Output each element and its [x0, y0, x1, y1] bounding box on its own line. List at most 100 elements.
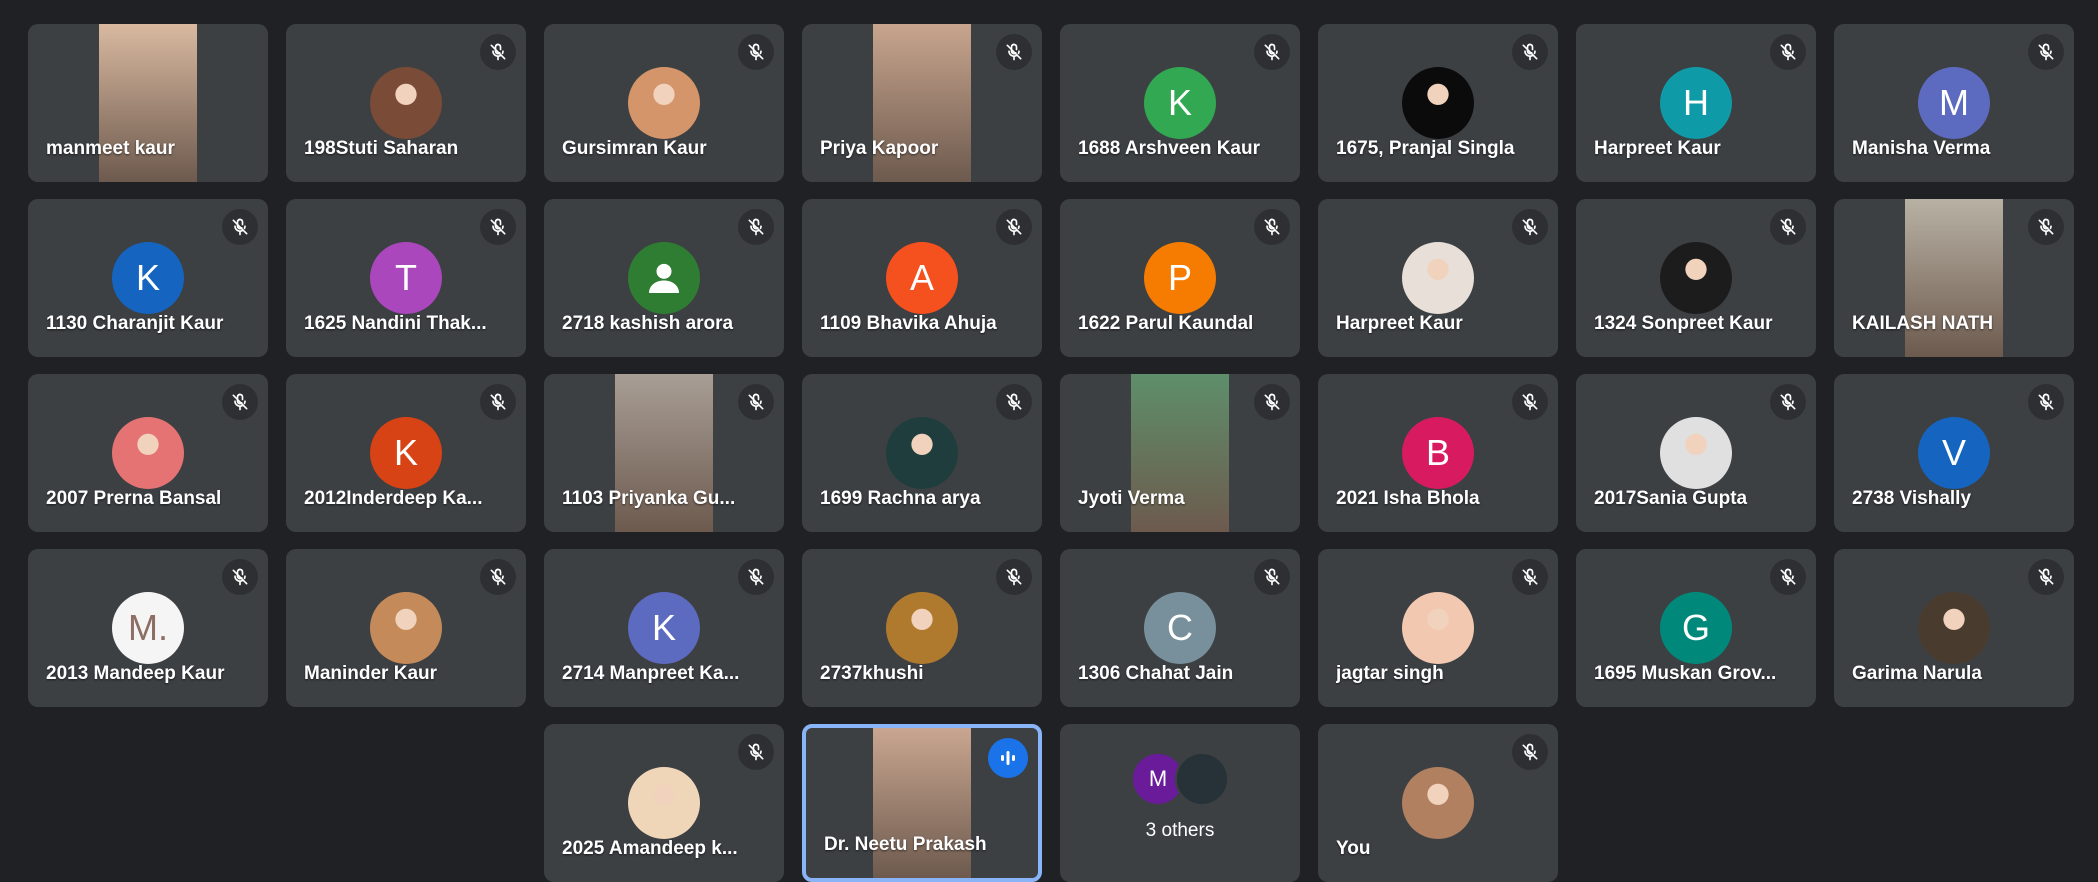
- mic-off-icon: [996, 559, 1032, 595]
- participant-name: Harpreet Kaur: [1594, 138, 1721, 159]
- mic-off-icon: [738, 34, 774, 70]
- participant-tile[interactable]: V 2738 Vishally: [1834, 374, 2074, 532]
- participant-tile[interactable]: 1324 Sonpreet Kaur: [1576, 199, 1816, 357]
- participant-tile[interactable]: 2718 kashish arora: [544, 199, 784, 357]
- participant-tile[interactable]: You: [1318, 724, 1558, 882]
- participant-name: 1622 Parul Kaundal: [1078, 313, 1254, 334]
- mic-off-icon: [480, 34, 516, 70]
- participant-tile[interactable]: A 1109 Bhavika Ahuja: [802, 199, 1042, 357]
- avatar: G: [1660, 592, 1732, 664]
- participant-tile[interactable]: Dr. Neetu Prakash: [802, 724, 1042, 882]
- avatar: C: [1144, 592, 1216, 664]
- participant-name: 2737khushi: [820, 663, 924, 684]
- mic-off-icon: [1512, 209, 1548, 245]
- mic-off-icon: [738, 209, 774, 245]
- participant-tile[interactable]: 1699 Rachna arya: [802, 374, 1042, 532]
- others-avatars: M: [1060, 752, 1300, 806]
- mic-off-icon: [996, 209, 1032, 245]
- participant-tile[interactable]: KAILASH NATH: [1834, 199, 2074, 357]
- participant-tile[interactable]: M. 2013 Mandeep Kaur: [28, 549, 268, 707]
- mic-off-icon: [1254, 384, 1290, 420]
- avatar: T: [370, 242, 442, 314]
- participant-tile[interactable]: Gursimran Kaur: [544, 24, 784, 182]
- participant-name: 1306 Chahat Jain: [1078, 663, 1234, 684]
- avatar: V: [1918, 417, 1990, 489]
- participant-tile[interactable]: K 2012Inderdeep Ka...: [286, 374, 526, 532]
- participant-tile[interactable]: 2737khushi: [802, 549, 1042, 707]
- participant-tile[interactable]: M Manisha Verma: [1834, 24, 2074, 182]
- participant-name: 2013 Mandeep Kaur: [46, 663, 225, 684]
- avatar: [370, 67, 442, 139]
- mic-off-icon: [222, 384, 258, 420]
- mic-off-icon: [1254, 34, 1290, 70]
- participant-tile[interactable]: 1103 Priyanka Gu...: [544, 374, 784, 532]
- participant-tile[interactable]: G 1695 Muskan Grov...: [1576, 549, 1816, 707]
- participant-tile[interactable]: K 1688 Arshveen Kaur: [1060, 24, 1300, 182]
- participant-tile[interactable]: P 1622 Parul Kaundal: [1060, 199, 1300, 357]
- participant-name: KAILASH NATH: [1852, 313, 1994, 334]
- avatar: [628, 242, 700, 314]
- participant-name: 2718 kashish arora: [562, 313, 734, 334]
- participant-tile[interactable]: Garima Narula: [1834, 549, 2074, 707]
- mic-off-icon: [2028, 559, 2064, 595]
- participant-tile[interactable]: 2007 Prerna Bansal: [28, 374, 268, 532]
- participant-tile[interactable]: B 2021 Isha Bhola: [1318, 374, 1558, 532]
- participant-tile[interactable]: M 3 others: [1060, 724, 1300, 882]
- avatar: [1918, 592, 1990, 664]
- mic-off-icon: [1512, 734, 1548, 770]
- participant-tile[interactable]: 1675, Pranjal Singla: [1318, 24, 1558, 182]
- mic-off-icon: [1512, 559, 1548, 595]
- mic-off-icon: [1770, 559, 1806, 595]
- participant-name: Jyoti Verma: [1078, 488, 1185, 509]
- participant-tile[interactable]: 2025 Amandeep k...: [544, 724, 784, 882]
- avatar: [1402, 67, 1474, 139]
- mic-off-icon: [738, 734, 774, 770]
- participant-tile[interactable]: Priya Kapoor: [802, 24, 1042, 182]
- mic-off-icon: [1770, 34, 1806, 70]
- mic-off-icon: [1512, 34, 1548, 70]
- participant-tile[interactable]: C 1306 Chahat Jain: [1060, 549, 1300, 707]
- participant-name: 1103 Priyanka Gu...: [562, 488, 736, 509]
- mic-off-icon: [2028, 384, 2064, 420]
- participant-name: 2007 Prerna Bansal: [46, 488, 222, 509]
- avatar: M.: [112, 592, 184, 664]
- participant-name: 2738 Vishally: [1852, 488, 1972, 509]
- mic-off-icon: [480, 209, 516, 245]
- participant-tile[interactable]: Harpreet Kaur: [1318, 199, 1558, 357]
- participant-name: 1688 Arshveen Kaur: [1078, 138, 1261, 159]
- participant-name: 2025 Amandeep k...: [562, 838, 738, 859]
- avatar: [1660, 242, 1732, 314]
- avatar: [1402, 767, 1474, 839]
- mic-off-icon: [1512, 384, 1548, 420]
- participant-name: jagtar singh: [1336, 663, 1444, 684]
- participant-tile[interactable]: K 1130 Charanjit Kaur: [28, 199, 268, 357]
- avatar: [886, 417, 958, 489]
- mic-off-icon: [2028, 34, 2064, 70]
- avatar: [886, 592, 958, 664]
- participant-name: 2017Sania Gupta: [1594, 488, 1748, 509]
- mic-off-icon: [480, 384, 516, 420]
- avatar: [628, 767, 700, 839]
- participant-tile[interactable]: 2017Sania Gupta: [1576, 374, 1816, 532]
- others-count-label: 3 others: [1145, 820, 1215, 841]
- mic-off-icon: [738, 384, 774, 420]
- participant-tile[interactable]: H Harpreet Kaur: [1576, 24, 1816, 182]
- mic-off-icon: [1770, 209, 1806, 245]
- participant-name: Harpreet Kaur: [1336, 313, 1463, 334]
- participant-tile[interactable]: K 2714 Manpreet Ka...: [544, 549, 784, 707]
- mic-off-icon: [480, 559, 516, 595]
- participant-name: Garima Narula: [1852, 663, 1982, 684]
- participant-tile[interactable]: 198Stuti Saharan: [286, 24, 526, 182]
- avatar: [1402, 242, 1474, 314]
- mic-off-icon: [2028, 209, 2064, 245]
- participant-tile[interactable]: Jyoti Verma: [1060, 374, 1300, 532]
- avatar: A: [886, 242, 958, 314]
- participant-tile[interactable]: T 1625 Nandini Thak...: [286, 199, 526, 357]
- participant-grid: manmeet kaur 198Stuti Saharan Gursimran Ka…: [0, 0, 2098, 882]
- participant-tile[interactable]: jagtar singh: [1318, 549, 1558, 707]
- participant-name: 198Stuti Saharan: [304, 138, 459, 159]
- mic-off-icon: [1770, 384, 1806, 420]
- participant-name: 1109 Bhavika Ahuja: [820, 313, 997, 334]
- participant-tile[interactable]: manmeet kaur: [28, 24, 268, 182]
- participant-tile[interactable]: Maninder Kaur: [286, 549, 526, 707]
